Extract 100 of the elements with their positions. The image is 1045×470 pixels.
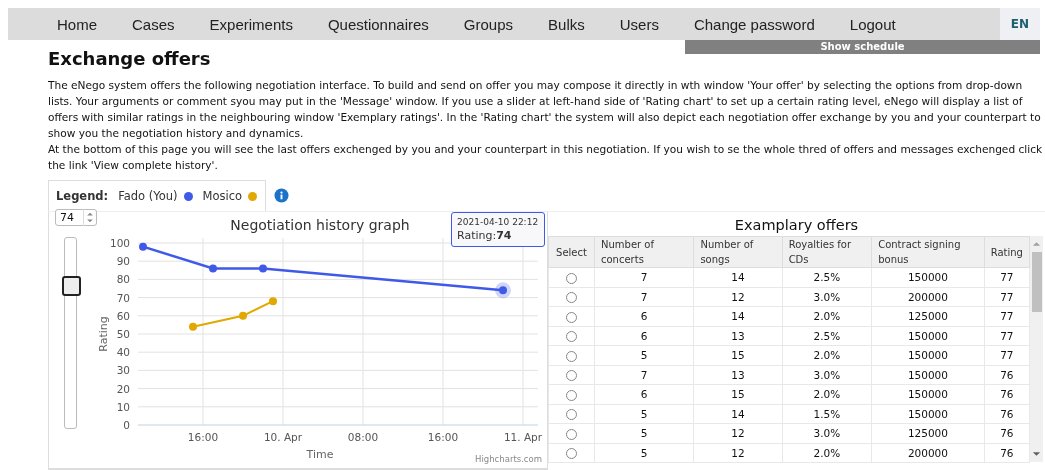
nav-link[interactable]: Cases xyxy=(132,15,175,33)
table-cell: 5 xyxy=(594,423,694,443)
nav-link[interactable]: Groups xyxy=(463,15,514,33)
tooltip-value: Rating:74 xyxy=(457,229,513,242)
table-cell: 150000 xyxy=(871,384,985,404)
y-axis-title: Rating xyxy=(97,316,110,352)
table-cell: 6 xyxy=(594,306,694,326)
intro-paragraph: The eNego system offers the following negotiation interface. To build and send on offer you may compose it directly in wth window 'Your offer' by selecting the options from drop-down lists. Your arguments or comment syou may put in the 'Message' window. If you use a slider at left-hand side of 'Rating chart' to set up a certain rating level, eNego will display a list of offers with similar ratings in the neighbouring window 'Exemplary ratings'. In the 'Rating chart' the system will also depict each negotiation offer exchange by you and your counterpart to show you the negotiation history and dynamics. xyxy=(48,78,1042,141)
table-cell: 15 xyxy=(693,345,783,365)
show-schedule-button[interactable]: Show schedule xyxy=(685,40,1040,54)
table-cell: 5 xyxy=(594,404,694,424)
table-cell: 77 xyxy=(984,345,1030,365)
table-cell: 2.0% xyxy=(782,306,872,326)
table-cell: 150000 xyxy=(871,365,985,385)
table-cell: 200000 xyxy=(871,443,985,463)
tooltip-date: 2021-04-10 22:12 xyxy=(457,217,539,227)
table-cell: 2.0% xyxy=(782,443,872,463)
highlight-halo xyxy=(495,282,511,299)
table-cell: 77 xyxy=(984,326,1030,346)
nav-link[interactable]: Logout xyxy=(849,15,896,33)
data-point xyxy=(189,322,197,331)
table-cell: 150000 xyxy=(871,267,985,287)
chart-credit: Highcharts.com xyxy=(475,454,542,464)
slider-thumb[interactable] xyxy=(62,276,81,297)
legend-item: Mosico xyxy=(202,189,243,203)
nav-link[interactable]: Home xyxy=(57,15,97,33)
offers-title: Examplary offers xyxy=(733,216,860,235)
scrollbar[interactable] xyxy=(1030,236,1043,462)
table-cell: 3.0% xyxy=(782,365,872,385)
nav-link[interactable]: Users xyxy=(619,15,659,33)
data-point xyxy=(209,264,217,273)
table-cell: 12 xyxy=(693,423,783,443)
column-header: Contract signing bonus xyxy=(871,236,985,268)
y-tick-label: 70 xyxy=(116,291,130,304)
table-cell: 150000 xyxy=(871,404,985,424)
scrollbar-thumb[interactable] xyxy=(1031,252,1042,312)
table-cell: 76 xyxy=(984,423,1030,443)
table-cell: 76 xyxy=(984,443,1030,463)
y-tick-label: 30 xyxy=(116,364,130,377)
table-cell: 2.5% xyxy=(782,267,872,287)
data-point xyxy=(239,311,247,320)
x-axis-title: Time xyxy=(306,448,334,461)
y-tick-label: 100 xyxy=(109,237,130,249)
column-header: Number of songs xyxy=(693,236,783,268)
spinner-arrows-icon[interactable] xyxy=(83,209,96,226)
intro-paragraph: At the bottom of this page you will see the last offers exchenged by you and your counterpart in this negotiation. If you wish to se the whole thred of offers and messages exchenged click the link 'View complete history'. xyxy=(48,142,1044,173)
nav-link[interactable]: Experiments xyxy=(209,15,293,33)
table-cell: 12 xyxy=(693,287,783,307)
table-cell: 6 xyxy=(594,326,694,346)
rating-input[interactable]: 74 xyxy=(55,209,97,226)
nav-link[interactable]: Change password xyxy=(693,15,815,33)
data-point xyxy=(499,286,507,295)
table-cell: 2.5% xyxy=(782,326,872,346)
column-header: Royalties for CDs xyxy=(782,236,872,268)
x-tick-label: 10. Apr xyxy=(263,431,303,443)
y-tick-label: 20 xyxy=(116,382,130,395)
legend-item: Fado (You) xyxy=(118,189,178,203)
y-tick-label: 80 xyxy=(116,273,130,286)
data-point xyxy=(259,264,267,273)
table-cell: 77 xyxy=(984,306,1030,326)
table-cell: 200000 xyxy=(871,287,985,307)
info-icon[interactable] xyxy=(274,188,290,203)
language-button[interactable]: EN xyxy=(999,8,1040,40)
table-cell: 6 xyxy=(594,384,694,404)
table-cell: 125000 xyxy=(871,423,985,443)
table-cell: 2.0% xyxy=(782,345,872,365)
table-cell: 7 xyxy=(594,267,694,287)
x-tick-label: 16:00 xyxy=(187,431,219,443)
table-cell: 12 xyxy=(693,443,783,463)
scroll-up-icon[interactable] xyxy=(1032,240,1041,248)
data-point xyxy=(269,297,277,306)
column-header: Rating xyxy=(984,236,1030,268)
table-cell: 15 xyxy=(693,384,783,404)
x-tick-label: 08:00 xyxy=(347,431,379,443)
scroll-down-icon[interactable] xyxy=(1032,450,1041,458)
table-cell: 76 xyxy=(984,365,1030,385)
table-cell: 76 xyxy=(984,404,1030,424)
table-cell: 77 xyxy=(984,267,1030,287)
column-header: Select xyxy=(548,236,595,268)
table-cell: 13 xyxy=(693,326,783,346)
table-cell: 14 xyxy=(693,267,783,287)
table-cell: 77 xyxy=(984,287,1030,307)
table-cell: 14 xyxy=(693,404,783,424)
y-tick-label: 0 xyxy=(123,419,130,431)
x-tick-label: 11. Apr xyxy=(503,431,543,443)
nav-link[interactable]: Bulks xyxy=(548,15,585,33)
table-cell: 150000 xyxy=(871,326,985,346)
table-cell: 7 xyxy=(594,365,694,385)
table-cell: 3.0% xyxy=(782,423,872,443)
table-cell: 150000 xyxy=(871,345,985,365)
x-tick-label: 16:00 xyxy=(427,431,459,443)
table-cell: 7 xyxy=(594,287,694,307)
y-tick-label: 90 xyxy=(116,255,130,268)
y-tick-label: 60 xyxy=(116,309,130,322)
column-header: Number of concerts xyxy=(594,236,694,268)
y-tick-label: 10 xyxy=(116,400,130,413)
chart-title: Negotiation history graph xyxy=(230,217,410,233)
table-cell: 5 xyxy=(594,443,694,463)
nav-link[interactable]: Questionnaires xyxy=(327,15,429,33)
y-tick-label: 40 xyxy=(116,346,130,359)
